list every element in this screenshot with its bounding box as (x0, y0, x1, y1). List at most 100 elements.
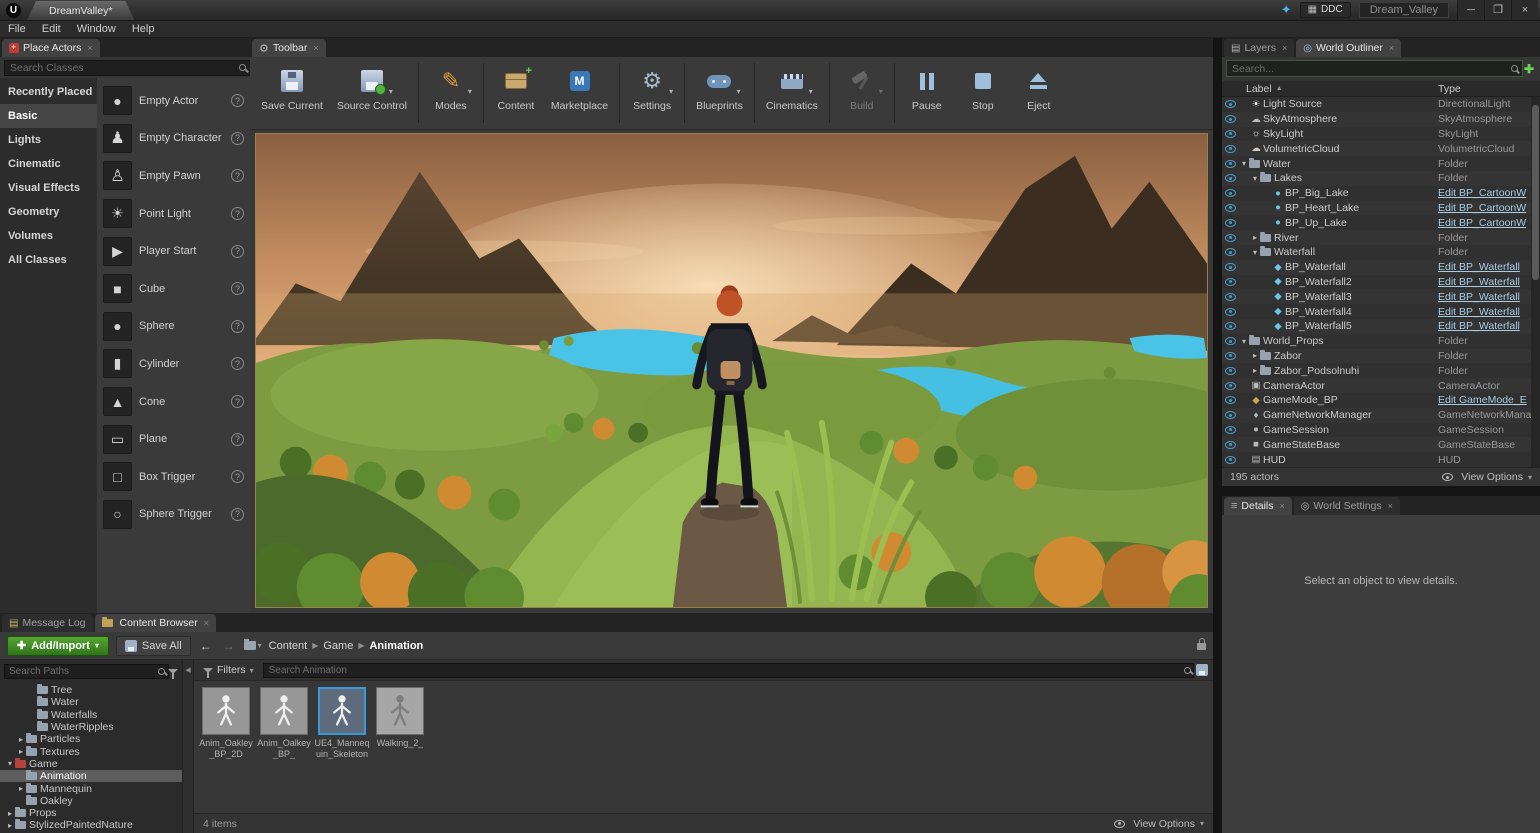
category-item[interactable]: Volumes (0, 224, 97, 248)
visibility-eye-icon[interactable] (1225, 456, 1236, 464)
breadcrumb-item[interactable]: Content ▶ (269, 640, 319, 652)
tab-world-outliner[interactable]: World Outliner × (1296, 39, 1401, 57)
tab-content-browser[interactable]: Content Browser × (95, 614, 216, 632)
scrollbar-thumb[interactable] (1532, 105, 1539, 280)
build-button[interactable]: ▾ Build (834, 59, 890, 127)
add-import-button[interactable]: ✚ Add/Import ▾ (7, 636, 109, 656)
outliner-row[interactable]: GameMode_BP Edit GameMode_E (1222, 393, 1540, 408)
close-button[interactable]: × (1511, 0, 1538, 20)
category-item[interactable]: Lights (0, 128, 97, 152)
expander-arrow-icon[interactable] (16, 747, 26, 756)
outliner-row[interactable]: BP_Waterfall4 Edit BP_Waterfall (1222, 304, 1540, 319)
restore-button[interactable]: ❐ (1484, 0, 1511, 20)
save-search-icon[interactable] (1196, 664, 1208, 676)
help-icon[interactable]: ? (231, 470, 244, 483)
place-actor-item[interactable]: Cone ? (97, 383, 250, 421)
close-icon[interactable]: × (1388, 501, 1393, 511)
close-icon[interactable]: × (1282, 43, 1287, 53)
category-item[interactable]: Geometry (0, 200, 97, 224)
menu-item[interactable]: Help (124, 21, 163, 37)
close-icon[interactable]: × (1280, 501, 1285, 511)
visibility-eye-icon[interactable] (1225, 115, 1236, 123)
visibility-eye-icon[interactable] (1225, 248, 1236, 256)
help-icon[interactable]: ? (231, 433, 244, 446)
level-viewport[interactable] (255, 133, 1208, 608)
expander-arrow-icon[interactable] (1250, 366, 1260, 375)
outliner-row[interactable]: Water Folder (1222, 156, 1540, 171)
outliner-row[interactable]: Light Source DirectionalLight (1222, 97, 1540, 112)
visibility-eye-icon[interactable] (1225, 337, 1236, 345)
outliner-row[interactable]: CameraActor CameraActor (1222, 378, 1540, 393)
outliner-search-input[interactable] (1226, 60, 1523, 77)
folder-tree-item[interactable]: WaterRipples (0, 721, 182, 733)
visibility-eye-icon[interactable] (1225, 100, 1236, 108)
expander-arrow-icon[interactable] (1239, 337, 1249, 346)
place-actor-item[interactable]: Sphere ? (97, 308, 250, 346)
outliner-row[interactable]: GameSession GameSession (1222, 423, 1540, 438)
expander-arrow-icon[interactable] (1250, 248, 1260, 257)
place-actor-item[interactable]: Point Light ? (97, 195, 250, 233)
visibility-eye-icon[interactable] (1225, 426, 1236, 434)
place-actor-item[interactable]: Empty Pawn ? (97, 157, 250, 195)
outliner-row[interactable]: BP_Waterfall3 Edit BP_Waterfall (1222, 289, 1540, 304)
minimize-button[interactable]: ─ (1457, 0, 1484, 20)
visibility-eye-icon[interactable] (1225, 352, 1236, 360)
outliner-row[interactable]: BP_Heart_Lake Edit BP_CartoonW (1222, 201, 1540, 216)
eject-button[interactable]: ▾ Eject (1011, 59, 1067, 127)
Anim_Oalkey_BP_[interactable]: Anim_Oalkey_BP_ (256, 687, 312, 759)
outliner-row[interactable]: GameNetworkManager GameNetworkMana (1222, 408, 1540, 423)
save-all-button[interactable]: Save All (116, 636, 191, 656)
add-filter-icon[interactable]: ✚ (1522, 62, 1536, 76)
menu-item[interactable]: File (0, 21, 34, 37)
folder-tree-item[interactable]: Tree (0, 684, 182, 696)
visibility-eye-icon[interactable] (1225, 322, 1236, 330)
blueprints-button[interactable]: ▾ Blueprints (689, 59, 750, 127)
place-actor-item[interactable]: Cylinder ? (97, 345, 250, 383)
folder-tree-item[interactable]: Textures (0, 745, 182, 757)
folder-tree-item[interactable]: Mannequin (0, 782, 182, 794)
tab-place-actors[interactable]: Place Actors × (2, 39, 100, 57)
help-icon[interactable]: ? (231, 508, 244, 521)
outliner-row[interactable]: BP_Waterfall2 Edit BP_Waterfall (1222, 275, 1540, 290)
menu-item[interactable]: Window (69, 21, 124, 37)
help-icon[interactable]: ? (231, 245, 244, 258)
filter-icon[interactable] (168, 669, 178, 674)
outliner-row[interactable]: BP_Waterfall5 Edit BP_Waterfall (1222, 319, 1540, 334)
history-forward-button[interactable]: → (221, 639, 237, 653)
category-item[interactable]: Basic (0, 104, 97, 128)
place-actor-item[interactable]: Player Start ? (97, 232, 250, 270)
folder-tree-item[interactable]: Props (0, 807, 182, 819)
cinematics-button[interactable]: ▾ Cinematics (759, 59, 825, 127)
outliner-row[interactable]: River Folder (1222, 230, 1540, 245)
help-icon[interactable]: ? (231, 395, 244, 408)
expander-arrow-icon[interactable] (1250, 351, 1260, 360)
folder-tree-item[interactable]: Animation (0, 770, 182, 782)
outliner-row[interactable]: World_Props Folder (1222, 334, 1540, 349)
folder-tree-item[interactable]: Game (0, 758, 182, 770)
outliner-row[interactable]: HUD HUD (1222, 452, 1540, 467)
visibility-eye-icon[interactable] (1225, 204, 1236, 212)
visibility-eye-icon[interactable] (1225, 130, 1236, 138)
stop-button[interactable]: ▾ Stop (955, 59, 1011, 127)
place-actor-item[interactable]: Empty Character ? (97, 120, 250, 158)
visibility-eye-icon[interactable] (1225, 189, 1236, 197)
visibility-eye-icon[interactable] (1225, 293, 1236, 301)
help-icon[interactable]: ? (231, 169, 244, 182)
close-icon[interactable]: × (204, 618, 209, 628)
outliner-row[interactable]: Zabor Folder (1222, 349, 1540, 364)
visibility-eye-icon[interactable] (1225, 174, 1236, 182)
tab-layers[interactable]: Layers × (1224, 39, 1294, 57)
view-options-button[interactable]: View Options ▾ (1111, 818, 1204, 830)
visibility-eye-icon[interactable] (1225, 145, 1236, 153)
visibility-eye-icon[interactable] (1225, 411, 1236, 419)
category-item[interactable]: Cinematic (0, 152, 97, 176)
category-item[interactable]: Recently Placed (0, 80, 97, 104)
visibility-eye-icon[interactable] (1225, 278, 1236, 286)
Walking_2_[interactable]: Walking_2_ (372, 687, 428, 749)
outliner-row[interactable]: BP_Up_Lake Edit BP_CartoonW (1222, 215, 1540, 230)
breadcrumb-item[interactable]: Animation ▶ (369, 640, 423, 652)
Anim_Oakley_BP_2D[interactable]: Anim_Oakley_BP_2D (198, 687, 254, 759)
outliner-row[interactable]: VolumetricCloud VolumetricCloud (1222, 141, 1540, 156)
lock-icon[interactable] (1197, 637, 1206, 655)
place-actor-item[interactable]: Sphere Trigger ? (97, 496, 250, 534)
